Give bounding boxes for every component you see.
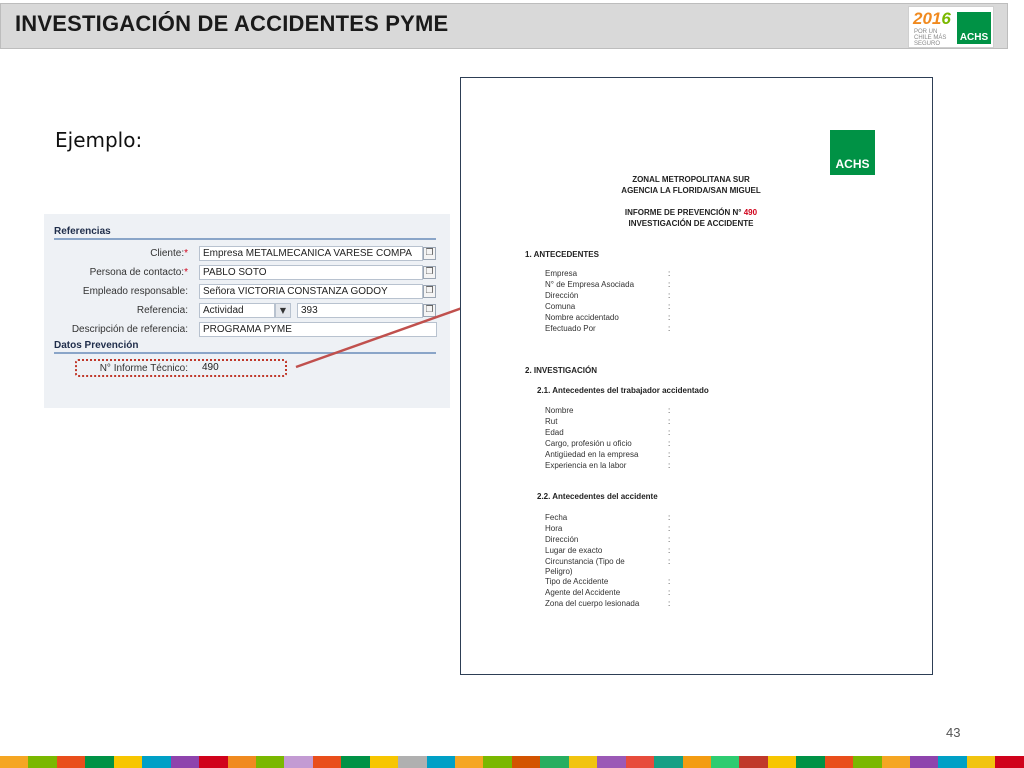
stripe-segment [0,756,29,768]
colon: : [668,302,671,311]
stripe-segment [56,756,86,768]
doc-subtitle: INVESTIGACIÓN DE ACCIDENTE [628,219,754,228]
list-item: Cargo, profesión u oficio [545,439,632,448]
stripe-segment [255,756,285,768]
list-item: Zona del cuerpo lesionada [545,599,640,608]
stripe-segment [966,756,996,768]
stripe-segment [369,756,399,768]
colon: : [668,557,671,566]
report-document: ACHS ZONAL METROPOLITANA SUR AGENCIA LA … [460,77,933,675]
colon: : [668,461,671,470]
list-item: Nombre accidentado [545,313,619,322]
stripe-segment [796,756,825,768]
colon: : [668,546,671,555]
list-item: Efectuado Por [545,324,596,333]
colon: : [668,269,671,278]
colon: : [668,577,671,586]
stripe-segment [597,756,626,768]
page-number: 43 [946,725,961,740]
colon: : [668,588,671,597]
list-item: Nombre [545,406,574,415]
list-item: Fecha [545,513,568,522]
stripe-segment [455,756,484,768]
colon: : [668,439,671,448]
colon: : [668,599,671,608]
achs-logo-icon: ACHS [830,130,875,175]
stripe-segment [739,756,768,768]
stripe-segment [767,756,797,768]
stripe-segment [682,756,711,768]
stripe-segment [654,756,683,768]
stripe-segment [625,756,655,768]
list-item: Peligro) [545,567,573,576]
stripe-segment [511,756,541,768]
colon: : [668,324,671,333]
stripe-segment [881,756,910,768]
stripe-segment [227,756,256,768]
stripe-segment [142,756,171,768]
doc-informe-line: INFORME DE PREVENCIÓN N° 490 [624,208,758,217]
stripe-segment [568,756,598,768]
doc-section-1: 1. ANTECEDENTES [525,250,599,259]
list-item: Edad [545,428,564,437]
list-item: Tipo de Accidente [545,577,609,586]
doc-section-2: 2. INVESTIGACIÓN [525,366,598,375]
colon: : [668,428,671,437]
list-item: Comuna [545,302,576,311]
colon: : [668,406,671,415]
stripe-segment [284,756,313,768]
stripe-segment [312,756,342,768]
stripe-segment [824,756,854,768]
list-item: Hora [545,524,563,533]
doc-section-2-2: 2.2. Antecedentes del accidente [537,492,658,501]
list-item: Empresa [545,269,578,278]
stripe-segment [28,756,57,768]
colon: : [668,417,671,426]
doc-header-line2: AGENCIA LA FLORIDA/SAN MIGUEL [621,186,761,195]
doc-section-2-1: 2.1. Antecedentes del trabajador acciden… [537,386,709,395]
list-item: N° de Empresa Asociada [545,280,635,289]
stripe-segment [710,756,740,768]
stripe-segment [910,756,939,768]
list-item: Dirección [545,291,579,300]
list-item: Rut [545,417,558,426]
list-item: Agente del Accidente [545,588,621,597]
stripe-segment [938,756,967,768]
list-item: Dirección [545,535,579,544]
stripe-segment [483,756,512,768]
colon: : [668,524,671,533]
stripe-segment [398,756,427,768]
colon: : [668,513,671,522]
stripe-segment [85,756,114,768]
colon: : [668,291,671,300]
stripe-segment [426,756,455,768]
colon: : [668,280,671,289]
stripe-segment [995,756,1024,768]
doc-header-line1: ZONAL METROPOLITANA SUR [632,175,750,184]
colon: : [668,535,671,544]
list-item: Antigüedad en la empresa [545,450,639,459]
colon: : [668,450,671,459]
list-item: Experiencia en la labor [545,461,627,470]
decorative-stripe [0,756,1024,768]
stripe-segment [199,756,228,768]
stripe-segment [341,756,370,768]
list-item: Lugar de exacto [545,546,603,555]
stripe-segment [540,756,569,768]
stripe-segment [113,756,143,768]
stripe-segment [170,756,200,768]
list-item: Circunstancia (Tipo de [545,557,625,566]
colon: : [668,313,671,322]
stripe-segment [853,756,882,768]
